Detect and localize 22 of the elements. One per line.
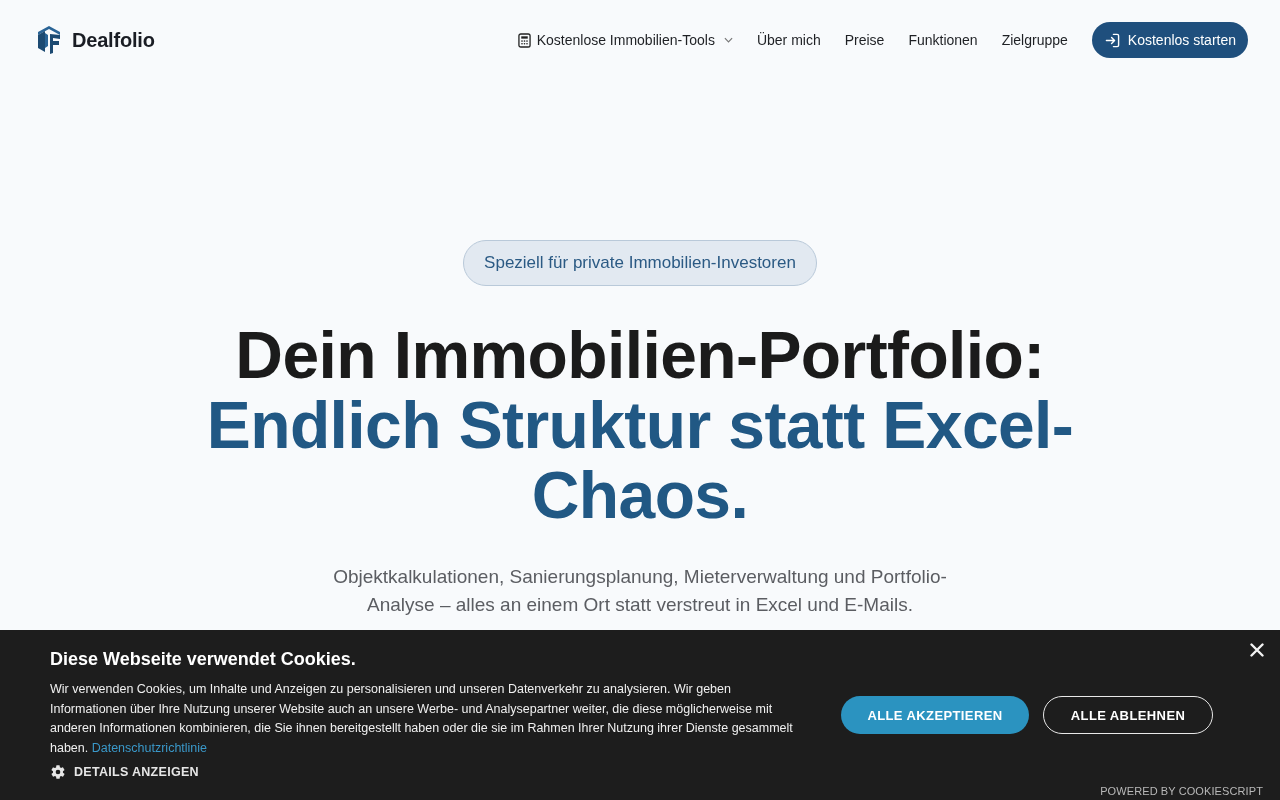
details-toggle[interactable]: DETAILS ANZEIGEN xyxy=(50,764,199,780)
chevron-down-icon xyxy=(723,37,733,43)
nav-link[interactable]: Preise xyxy=(844,32,885,48)
nav-link[interactable]: Über mich xyxy=(756,32,821,48)
logo-icon xyxy=(38,26,60,54)
gear-icon xyxy=(50,764,66,780)
close-button[interactable] xyxy=(1250,643,1264,657)
nav-link[interactable]: Funktionen xyxy=(908,32,978,48)
brand-name[interactable]: Dealfolio xyxy=(72,28,155,52)
login-icon xyxy=(1104,32,1120,48)
cookie-title: Diese Webseite verwendet Cookies. xyxy=(50,648,357,670)
hero-headline: Dein Immobilien-Portfolio: Endlich Struktur statt Excel-Chaos. xyxy=(205,320,1075,530)
calculator-icon xyxy=(517,32,531,48)
hero-subtitle: Objektkalkulationen, Sanierungsplanung, Mieterverwaltung und Portfolio-Analyse – alles an einem Ort statt verstreut in Excel und E-Mails. xyxy=(332,565,948,617)
close-icon xyxy=(1250,643,1264,657)
nav-link[interactable]: Zielgruppe xyxy=(1001,32,1068,48)
privacy-policy-link[interactable]: Datenschutzrichtlinie xyxy=(91,740,208,755)
powered-by-text: POWERED BY COOKIESCRIPT xyxy=(1100,785,1263,797)
start-free-button[interactable]: Kostenlos starten xyxy=(1091,22,1248,58)
tools-dropdown[interactable]: Kostenlose Immobilien-Tools xyxy=(517,32,733,48)
cookie-notice-text: Wir verwenden Cookies, um Inhalte und Anzeigen zu personalisieren und unseren Datenverkehr zu analysieren. Wir geben Informationen über Ihre Nutzung unserer Website auch an unsere Werbe- und Analysepartner weiter, die diese möglicherweise mit anderen Informationen kombinieren, die Sie ihnen bereitgestellt haben oder die sie im Rahmen Ihrer Nutzung ihrer Dienste gesammelt haben. Datenschutzrichtlinie xyxy=(50,681,794,757)
audience-badge: Speziell für private Immobilien-Investoren xyxy=(463,240,817,286)
